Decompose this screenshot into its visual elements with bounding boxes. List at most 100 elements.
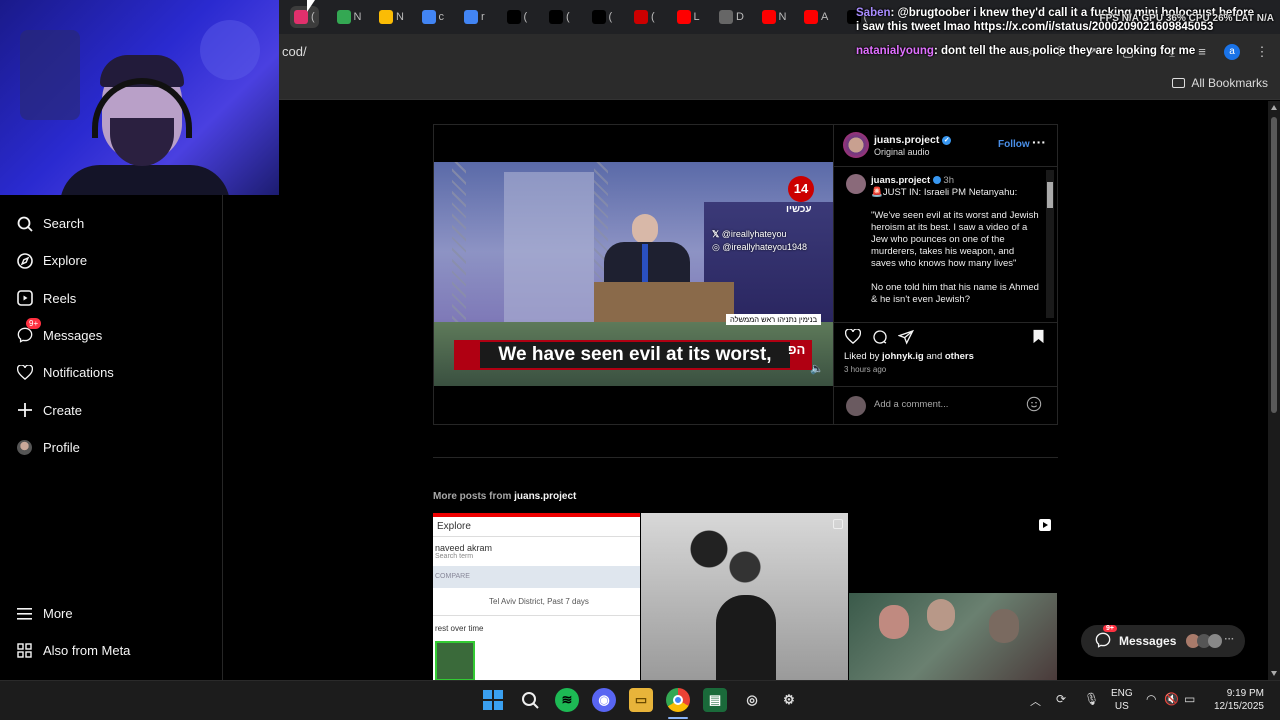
building-icon (719, 10, 733, 24)
tab-label: N (778, 11, 787, 23)
browser-tab[interactable]: ( (503, 6, 532, 28)
browser-tab[interactable]: D (715, 6, 748, 28)
tab-label: ( (608, 11, 613, 23)
liked-by-user[interactable]: johnyk.ig (882, 351, 924, 362)
volume-mute-icon[interactable]: 🔇 (1164, 692, 1179, 706)
post-side-panel: juans.project ✓ Original audio Follow ··… (833, 124, 1058, 425)
chrome-icon[interactable] (666, 688, 690, 712)
more-post-thumb-1[interactable]: Explore naveed akram Search term COMPARE… (433, 513, 640, 680)
browser-tab[interactable]: ( (630, 6, 659, 28)
tab-label: N (396, 11, 404, 23)
more-post-thumb-2[interactable] (641, 513, 848, 680)
comment-icon[interactable] (872, 329, 888, 350)
file-explorer-icon[interactable]: ▭ (629, 688, 653, 712)
reel-indicator-icon (1039, 519, 1051, 531)
more-post-thumb-3[interactable] (849, 513, 1057, 680)
sidebar-item-reels[interactable]: Reels (16, 290, 76, 307)
sidebar-item-notifications[interactable]: Notifications (16, 364, 114, 381)
chart-icon (336, 10, 351, 24)
url-text[interactable]: cod/ (282, 44, 307, 59)
caption-username[interactable]: juans.project (871, 175, 930, 186)
video-subtitle: We have seen evil at its worst, (480, 342, 790, 368)
browser-tab[interactable]: N (333, 6, 366, 28)
reels-icon (16, 290, 33, 307)
caption-scrollbar[interactable] (1046, 170, 1054, 318)
author-username[interactable]: juans.project ✓ (874, 134, 952, 146)
sidebar-item-also-from-meta[interactable]: Also from Meta (16, 642, 130, 659)
microphone-icon[interactable]: 🎙 (1084, 692, 1099, 706)
wifi-icon[interactable]: ◠ (1146, 692, 1156, 706)
caption-line: No one told him that his name is Ahmed &… (871, 282, 1039, 305)
more-options-icon[interactable]: ··· (1032, 134, 1046, 150)
commenter-avatar (846, 396, 866, 416)
x-icon (591, 10, 606, 24)
liked-by-others[interactable]: others (945, 351, 974, 362)
browser-tab[interactable]: L (673, 6, 704, 28)
plus-icon (16, 402, 33, 419)
compass-icon (16, 252, 33, 269)
emoji-icon[interactable] (1026, 396, 1042, 417)
language-indicator[interactable]: ENG US (1111, 687, 1133, 713)
sidebar-item-label: Search (43, 216, 85, 231)
tray-chevron-icon[interactable]: ︿ (1030, 693, 1041, 709)
browser-tab[interactable]: r (460, 6, 489, 28)
audio-label[interactable]: Original audio (874, 147, 930, 157)
messages-floating-button[interactable]: 9+ Messages ··· (1081, 624, 1245, 657)
caption-time: 3h (943, 175, 954, 186)
perf-stats: FPS N/A GPU 36% CPU 26% LAT N/A (1099, 13, 1274, 24)
app-icon[interactable]: ▤ (703, 688, 727, 712)
x-icon: 𝕏 (712, 229, 720, 239)
sync-icon[interactable]: ⟳ (1056, 692, 1066, 706)
messenger-icon: 9+ (1095, 624, 1117, 651)
follow-button[interactable]: Follow (998, 139, 1030, 150)
webcam-overlay (0, 0, 279, 195)
tab-label: r (481, 11, 485, 23)
cnn-icon (634, 10, 648, 24)
tab-label: L (693, 11, 700, 23)
tab-label: ( (311, 11, 315, 23)
thumb-text: COMPARE (433, 566, 640, 588)
like-heart-icon[interactable] (844, 328, 862, 349)
share-icon[interactable] (897, 329, 914, 350)
page-scrollbar[interactable] (1268, 101, 1280, 680)
video-watermark-ig: ◎ @ireallyhateyou1948 (712, 242, 808, 252)
tab-label: ( (651, 11, 655, 23)
save-bookmark-icon[interactable] (1032, 329, 1045, 349)
steam-icon[interactable]: ⚙ (777, 688, 801, 712)
volume-icon[interactable]: 🔈 (810, 362, 824, 375)
sidebar-item-more[interactable]: More (16, 605, 73, 622)
instagram-icon: ◎ (712, 242, 720, 252)
more-posts-user[interactable]: juans.project (514, 491, 576, 502)
chart-icon (379, 10, 393, 24)
lower-third: בנימין נתניהו ראש הממשלה (726, 314, 822, 325)
notification-badge: 9+ (26, 317, 42, 329)
spotify-icon[interactable]: ≋ (555, 688, 579, 712)
sidebar-item-explore[interactable]: Explore (16, 252, 87, 269)
sidebar-item-search[interactable]: Search (16, 215, 84, 232)
discord-icon[interactable]: ◉ (592, 688, 616, 712)
sidebar-item-messages[interactable]: 9+ Messages (16, 317, 102, 344)
active-app-indicator (668, 717, 688, 719)
chat-username: Saben (856, 7, 891, 19)
all-bookmarks-button[interactable]: All Bookmarks (1172, 76, 1268, 90)
windows-start-icon[interactable] (481, 688, 505, 712)
browser-tab[interactable]: A (800, 6, 832, 28)
sidebar-item-label: Reels (43, 290, 77, 306)
google-icon (464, 10, 478, 24)
tab-strip: (N Nc r((((L D N A( (282, 0, 867, 34)
sidebar-item-profile[interactable]: Profile (16, 439, 80, 456)
sidebar-item-create[interactable]: Create (16, 402, 82, 419)
comment-input[interactable]: Add a comment... (874, 399, 948, 410)
browser-tab[interactable]: c (418, 6, 449, 28)
browser-tab[interactable]: N (758, 6, 791, 28)
browser-tab[interactable]: ( (545, 6, 574, 28)
post-video[interactable]: 14 עכשיו 𝕏 @ireallyhateyou ◎ @ireallyhat… (434, 162, 833, 386)
obs-icon[interactable]: ◎ (740, 688, 764, 712)
author-avatar[interactable] (843, 132, 869, 158)
search-icon[interactable] (518, 688, 542, 712)
browser-tab[interactable]: N (375, 6, 408, 28)
caption-avatar[interactable] (846, 174, 866, 194)
battery-icon[interactable]: ▭ (1184, 692, 1195, 706)
clock[interactable]: 9:19 PM 12/15/2025 (1206, 687, 1264, 713)
browser-tab[interactable]: ( (588, 6, 617, 28)
